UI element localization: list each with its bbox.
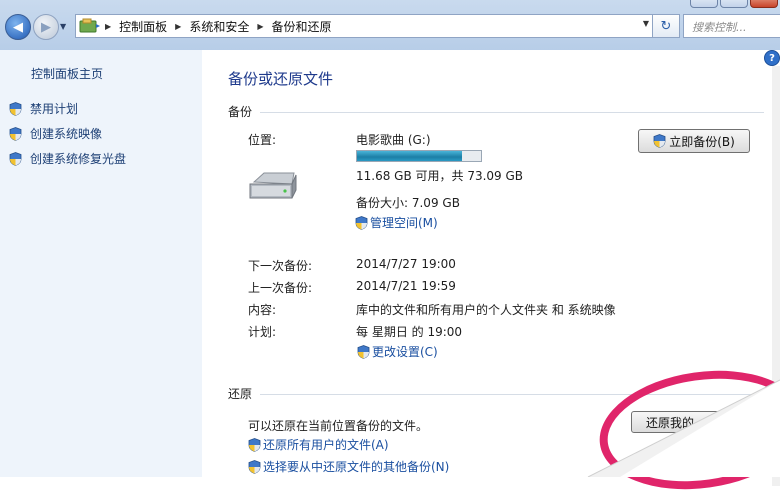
select-other-backup-link[interactable]: 选择要从中还原文件的其他备份(N): [248, 458, 449, 475]
breadcrumb-backup-restore[interactable]: 备份和还原: [272, 18, 332, 35]
next-backup-label: 下一次备份:: [248, 259, 313, 273]
control-panel-icon: [79, 18, 101, 34]
drive-name: 电影歌曲 (G:): [356, 133, 431, 147]
backup-size-text: 备份大小: 7.09 GB: [356, 196, 460, 210]
breadcrumb-chevron-icon: ▶: [105, 21, 112, 31]
manage-space-link[interactable]: 管理空间(M): [355, 214, 438, 231]
main-content: ? 备份或还原文件 备份 位置: 电影歌曲 (G:) 11.68 GB 可用，共…: [202, 50, 780, 502]
restore-description: 可以还原在当前位置备份的文件。: [248, 419, 429, 433]
uac-shield-icon: [248, 459, 261, 474]
contents-label: 内容:: [248, 303, 277, 317]
last-backup-label: 上一次备份:: [248, 281, 313, 295]
page-title: 备份或还原文件: [228, 70, 334, 88]
breadcrumb: ▶ 控制面板 ▶ 系统和安全 ▶ 备份和还原: [105, 18, 332, 35]
uac-shield-icon: [355, 215, 368, 230]
location-label: 位置:: [248, 133, 277, 147]
uac-shield-icon: [653, 134, 666, 148]
restore-all-users-label: 还原所有用户的文件(A): [263, 438, 389, 452]
close-button[interactable]: [750, 0, 778, 8]
uac-shield-icon: [357, 344, 370, 359]
change-settings-label: 更改设置(C): [372, 345, 438, 359]
sidebar: 控制面板主页 禁用计划 创建系统映像 创建系统修复光盘: [0, 50, 202, 477]
backup-now-button[interactable]: 立即备份(B): [638, 129, 750, 153]
scrollbar[interactable]: [772, 66, 780, 486]
uac-shield-icon: [9, 101, 22, 116]
minimize-button[interactable]: [690, 0, 718, 8]
uac-shield-icon: [9, 151, 22, 166]
arrow-right-icon: ▶: [41, 19, 51, 35]
breadcrumb-chevron-icon[interactable]: ▶: [175, 22, 181, 31]
recent-pages-dropdown[interactable]: ▼: [60, 22, 66, 31]
refresh-icon: ↻: [660, 18, 672, 34]
arrow-left-icon: ◀: [13, 19, 23, 35]
backup-section-header: 备份: [228, 103, 764, 120]
restore-all-users-link[interactable]: 还原所有用户的文件(A): [248, 436, 389, 453]
last-backup-value: 2014/7/21 19:59: [356, 279, 456, 293]
contents-value: 库中的文件和所有用户的个人文件夹 和 系统映像: [356, 303, 616, 317]
sidebar-item-disable-schedule[interactable]: 禁用计划: [9, 100, 78, 117]
change-settings-link[interactable]: 更改设置(C): [357, 343, 438, 360]
breadcrumb-chevron-icon[interactable]: ▶: [257, 22, 263, 31]
divider: [260, 112, 764, 113]
schedule-label: 计划:: [248, 325, 277, 339]
select-other-backup-label: 选择要从中还原文件的其他备份(N): [263, 460, 450, 474]
search-input[interactable]: 搜索控制...: [683, 14, 780, 38]
uac-shield-icon: [9, 126, 22, 141]
uac-shield-icon: [248, 437, 261, 452]
hard-drive-icon: [248, 170, 298, 204]
forward-button[interactable]: ▶: [33, 14, 59, 40]
sidebar-item-label: 禁用计划: [30, 102, 79, 116]
manage-space-label: 管理空间(M): [370, 216, 438, 230]
maximize-button[interactable]: [720, 0, 748, 8]
next-backup-value: 2014/7/27 19:00: [356, 257, 456, 271]
schedule-value: 每 星期日 的 19:00: [356, 325, 463, 339]
sidebar-item-label: 创建系统映像: [30, 127, 103, 141]
backup-now-label: 立即备份(B): [669, 134, 735, 149]
sidebar-home-link[interactable]: 控制面板主页: [31, 65, 103, 82]
address-bar[interactable]: ▶ 控制面板 ▶ 系统和安全 ▶ 备份和还原 ▼: [75, 14, 654, 38]
navigation-bar: ◀ ▶ ▼ ▶ 控制面板 ▶ 系统和安全 ▶ 备份和还原 ▼ ↻ 搜索控制...: [0, 0, 780, 50]
refresh-button[interactable]: ↻: [652, 14, 680, 38]
drive-space-text: 11.68 GB 可用，共 73.09 GB: [356, 169, 524, 183]
help-icon[interactable]: ?: [764, 50, 780, 66]
drive-usage-bar: [356, 150, 482, 162]
sidebar-item-create-repair-disc[interactable]: 创建系统修复光盘: [9, 150, 126, 167]
restore-section-header: 还原: [228, 385, 764, 402]
sidebar-item-label: 创建系统修复光盘: [30, 152, 127, 166]
restore-my-files-button[interactable]: 还原我的: [631, 411, 751, 433]
back-button[interactable]: ◀: [5, 14, 31, 40]
search-placeholder: 搜索控制...: [692, 21, 747, 34]
breadcrumb-system-security[interactable]: 系统和安全: [189, 18, 249, 35]
restore-section-title: 还原: [228, 387, 253, 401]
restore-my-files-label: 还原我的: [646, 415, 695, 430]
drive-usage-fill: [357, 151, 463, 161]
divider: [260, 394, 764, 395]
address-dropdown-icon[interactable]: ▼: [643, 19, 649, 28]
sidebar-item-create-system-image[interactable]: 创建系统映像: [9, 125, 102, 142]
breadcrumb-control-panel[interactable]: 控制面板: [119, 18, 167, 35]
backup-section-title: 备份: [228, 105, 253, 119]
